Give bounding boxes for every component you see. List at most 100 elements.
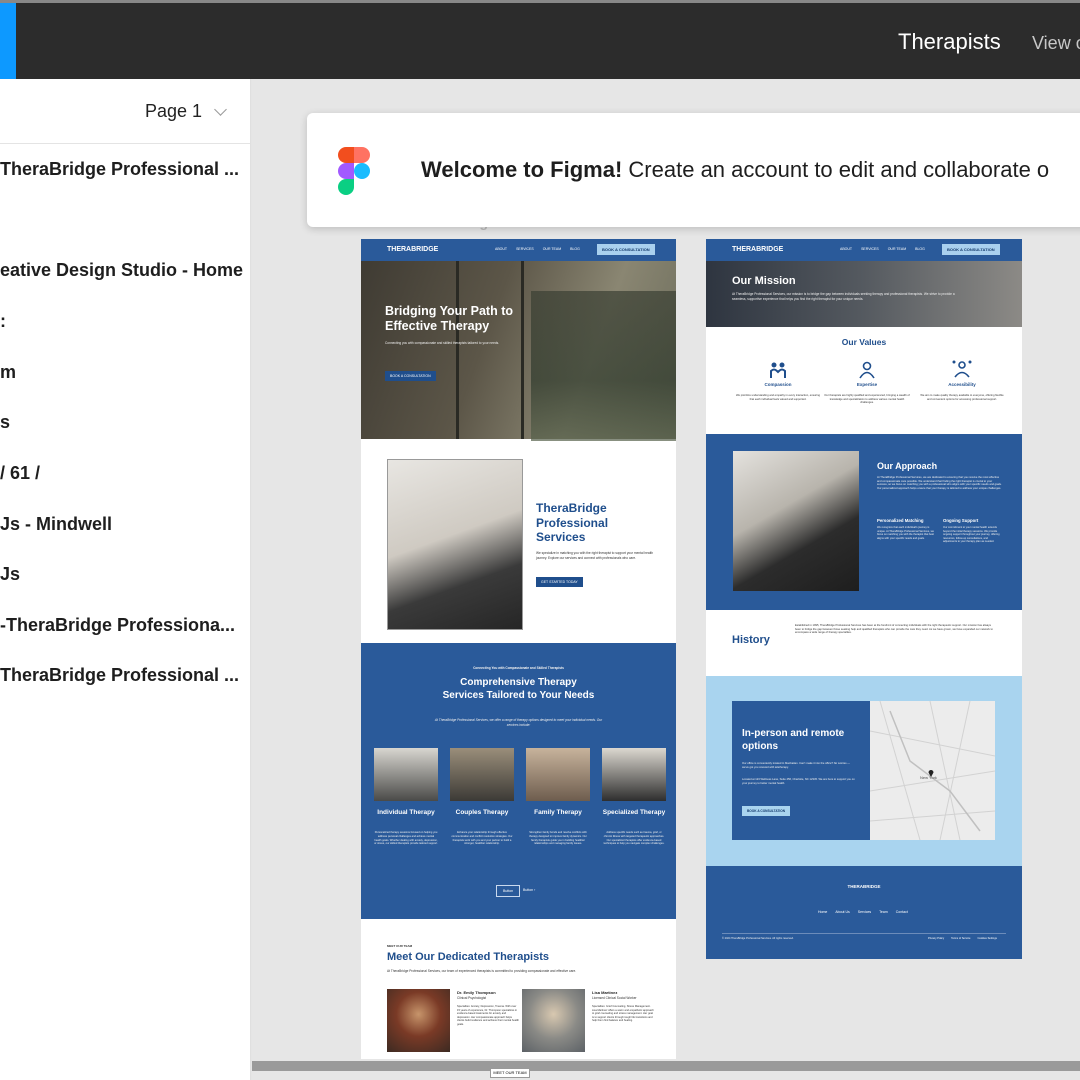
in-person-text: Our office is conveniently located in Ma… — [742, 762, 850, 769]
in-person-section: In-person and remote options Our office … — [706, 676, 1022, 866]
design-canvas[interactable]: Home - TheraBridge Professional S... Abo… — [252, 79, 1080, 1080]
footer-link[interactable]: Team — [879, 910, 888, 914]
file-title[interactable]: Therapists — [898, 29, 1001, 55]
page-selector-label: Page 1 — [145, 101, 203, 121]
welcome-title: Welcome to Figma! — [421, 157, 623, 182]
approach-subtext: Our commitment to your mental health ext… — [943, 526, 1000, 544]
service-text: Personalized therapy sessions focused on… — [374, 831, 438, 846]
nav-cta-button[interactable]: BOOK A CONSULTATION — [942, 244, 1000, 255]
service-text: Enhance your relationship through effect… — [451, 831, 513, 846]
service-text: Strengthen family bonds and resolve conf… — [529, 831, 587, 846]
value-title: Compassion — [764, 382, 792, 387]
therapist-bio: Specialties: Anxiety, Depression, Trauma… — [457, 1005, 519, 1026]
about-frame[interactable]: THERABRIDGE ABOUT SERVICES OUR TEAM BLOG… — [706, 239, 1022, 959]
footer-brand[interactable]: THERABRIDGE — [706, 884, 1022, 889]
accessibility-icon — [951, 359, 973, 379]
nav-link[interactable]: ABOUT — [495, 247, 507, 251]
nav-link[interactable]: ABOUT — [840, 247, 852, 251]
nav-brand[interactable]: THERABRIDGE — [387, 246, 438, 253]
value-title: Expertise — [856, 382, 878, 387]
layer-item[interactable]: eative Design Studio - Home — [0, 260, 245, 281]
nav-link[interactable]: BLOG — [570, 247, 580, 251]
layer-item[interactable]: -TheraBridge Professiona... — [0, 615, 245, 636]
therapist-role: Licensed Clinical Social Worker — [592, 996, 637, 1000]
therapist-photo — [522, 989, 585, 1052]
service-photo — [602, 748, 666, 801]
therapist-bio: Specialties: Grief Counseling, Stress Ma… — [592, 1005, 654, 1023]
therapist-name: Lisa Martinez — [592, 990, 618, 995]
service-title: Family Therapy — [534, 809, 582, 816]
welcome-text: Create an account to edit and collaborat… — [628, 157, 1050, 182]
value-text: Our therapists are highly qualified and … — [824, 394, 910, 405]
footer-divider — [722, 933, 1006, 934]
view-button[interactable]: View o — [1032, 33, 1080, 54]
layer-item[interactable]: s — [0, 412, 245, 433]
approach-text: At TheraBridge Professional Services, we… — [877, 476, 1002, 491]
main-menu-button[interactable] — [0, 3, 16, 79]
welcome-message: Welcome to Figma! Create an account to e… — [421, 157, 1049, 183]
service-photo — [450, 748, 514, 801]
value-text: We aim to make quality therapy available… — [920, 394, 1004, 401]
layer-item[interactable]: TheraBridge Professional ... — [0, 665, 245, 686]
hero-photo-window-frame — [521, 261, 524, 439]
hero-photo — [531, 291, 676, 441]
intro-cta-button[interactable]: GET STARTED TODAY — [536, 577, 583, 587]
pager-next-button[interactable]: Button › — [523, 888, 535, 892]
nav-cta-button[interactable]: BOOK A CONSULTATION — [597, 244, 655, 255]
in-person-cta-button[interactable]: BOOK A CONSULTATION — [742, 806, 791, 816]
footer-legal-link[interactable]: Terms of Service — [951, 937, 970, 940]
page-selector[interactable]: Page 1 — [145, 101, 227, 122]
service-photo — [526, 748, 590, 801]
footer-links: Home About Us Services Team Contact — [818, 910, 908, 914]
footer-legal-link[interactable]: Cookies Settings — [977, 937, 996, 940]
layer-item[interactable]: m — [0, 362, 245, 383]
approach-subtext: We recognize that each individual's jour… — [877, 526, 934, 540]
layers-panel: Page 1 TheraBridge Professional ... eati… — [0, 79, 251, 1080]
nav-link[interactable]: SERVICES — [861, 247, 879, 251]
home-frame[interactable]: THERABRIDGE ABOUT SERVICES OUR TEAM BLOG… — [361, 239, 676, 1059]
nav-links: ABOUT SERVICES OUR TEAM BLOG — [495, 247, 580, 251]
nav-link[interactable]: SERVICES — [516, 247, 534, 251]
welcome-toast[interactable]: Welcome to Figma! Create an account to e… — [307, 113, 1080, 227]
history-text: Established in 1995, TheraBridge Profess… — [795, 624, 993, 635]
footer-link[interactable]: About Us — [835, 910, 849, 914]
map-pin-icon[interactable] — [928, 764, 934, 777]
nav-link[interactable]: OUR TEAM — [888, 247, 906, 251]
chevron-right-icon: › — [534, 888, 536, 892]
therapist-role: Clinical Psychologist — [457, 996, 487, 1000]
team-eyebrow: MEET OUR TEAM — [387, 944, 413, 948]
hero-cta-button[interactable]: BOOK A CONSULTATION — [385, 371, 436, 381]
footer-link[interactable]: Services — [858, 910, 871, 914]
pager-next-label: Button — [523, 888, 534, 892]
pager-prev-button[interactable]: Button — [496, 885, 521, 897]
service-text: Address specific needs such as trauma, g… — [603, 831, 665, 846]
intro-text: We specialize in matching you with the r… — [536, 551, 654, 560]
services-title: Comprehensive Therapy Services Tailored … — [442, 677, 595, 701]
mission-title: Our Mission — [732, 275, 796, 287]
nav-brand[interactable]: THERABRIDGE — [732, 246, 783, 253]
layer-item[interactable]: Js - Mindwell — [0, 514, 245, 535]
approach-title: Our Approach — [877, 461, 938, 471]
layer-item[interactable]: TheraBridge Professional ... — [0, 159, 245, 180]
services-section: Connecting You with Compassionate and Sk… — [361, 643, 676, 919]
approach-photo — [733, 451, 859, 591]
footer-link[interactable]: Contact — [896, 910, 908, 914]
in-person-card: In-person and remote options Our office … — [732, 701, 870, 840]
footer-legal-link[interactable]: Privacy Policy — [928, 937, 944, 940]
layer-item[interactable]: : — [0, 311, 245, 332]
layer-item[interactable]: / 61 / — [0, 463, 245, 484]
map[interactable]: New York — [869, 700, 996, 841]
horizontal-scrollbar[interactable] — [252, 1061, 1080, 1071]
in-person-address: Located at 123 Wellness Lane, Suite 456,… — [742, 778, 855, 785]
home-navbar: THERABRIDGE ABOUT SERVICES OUR TEAM BLOG… — [361, 239, 676, 261]
layer-item[interactable]: Js — [0, 564, 245, 585]
footer-link[interactable]: Home — [818, 910, 827, 914]
nav-links: ABOUT SERVICES OUR TEAM BLOG — [840, 247, 925, 251]
services-subtitle: At TheraBridge Professional Services, we… — [434, 718, 603, 727]
services-eyebrow: Connecting You with Compassionate and Sk… — [473, 666, 564, 670]
nav-link[interactable]: OUR TEAM — [543, 247, 561, 251]
intro-title: TheraBridge Professional Services — [536, 501, 609, 544]
nav-link[interactable]: BLOG — [915, 247, 925, 251]
panel-divider — [0, 143, 250, 144]
service-title: Individual Therapy — [377, 809, 435, 816]
